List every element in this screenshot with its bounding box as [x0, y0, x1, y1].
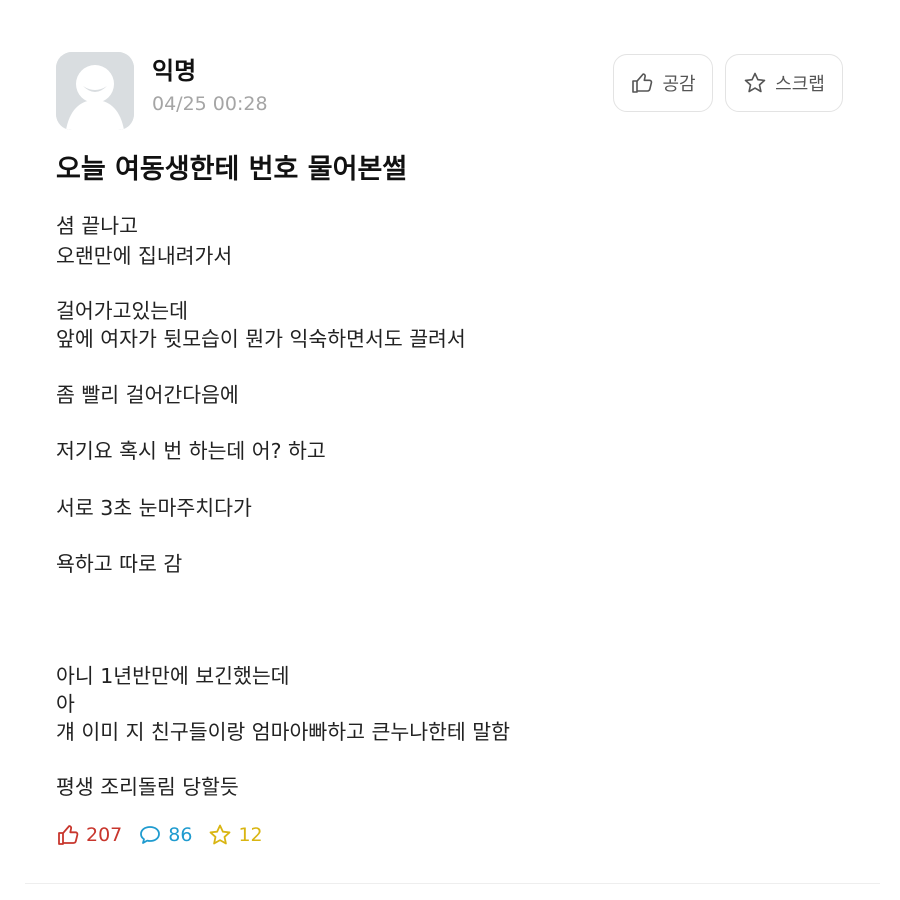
star-icon: [210, 824, 231, 845]
body-line: 걸어가고있는데: [56, 299, 189, 323]
body-line: 아: [56, 692, 75, 716]
author-name: 익명: [152, 57, 197, 85]
comment-count: 86: [138, 823, 192, 847]
avatar: [56, 52, 134, 130]
scrap-button-label: 스크랩: [775, 74, 825, 95]
body-line: 서로 3초 눈마주치다가: [56, 496, 252, 520]
thumbs-up-icon: [632, 73, 653, 93]
like-button-label: 공감: [662, 74, 696, 95]
speech-bubble-icon: [140, 826, 161, 844]
post-title: 오늘 여동생한테 번호 물어본썰: [56, 154, 408, 185]
thumbs-up-icon: [58, 825, 79, 845]
default-avatar-icon: [56, 52, 134, 130]
post-card: 익명 04/25 00:28 공감 스크랩 오늘 여동생한테 번호 물어본썰 셤…: [0, 0, 900, 900]
like-button[interactable]: 공감: [613, 54, 713, 112]
scrap-count-value: 12: [238, 824, 263, 846]
comment-count-value: 86: [168, 824, 193, 846]
body-line: 평생 조리돌림 당할듯: [56, 775, 239, 799]
body-line: 좀 빨리 걸어간다음에: [56, 383, 239, 407]
scrap-button[interactable]: 스크랩: [725, 54, 843, 112]
star-icon: [744, 72, 766, 93]
scrap-count: 12: [208, 823, 263, 847]
body-line: 욕하고 따로 감: [56, 552, 183, 576]
post-timestamp: 04/25 00:28: [152, 93, 268, 115]
like-count-value: 207: [86, 824, 123, 846]
body-line: 저기요 혹시 번 하는데 어? 하고: [56, 439, 326, 463]
body-line: 걔 이미 지 친구들이랑 엄마아빠하고 큰누나한테 말함: [56, 720, 511, 744]
post-stats: 207 86 12: [56, 820, 279, 850]
body-line: 앞에 여자가 뒷모습이 뭔가 익숙하면서도 끌려서: [56, 327, 466, 351]
body-line: 오랜만에 집내려가서: [56, 244, 233, 268]
divider: [25, 883, 880, 884]
like-count: 207: [56, 823, 122, 847]
body-line: 아니 1년반만에 보긴했는데: [56, 664, 290, 688]
body-line: 셤 끝나고: [56, 214, 138, 238]
